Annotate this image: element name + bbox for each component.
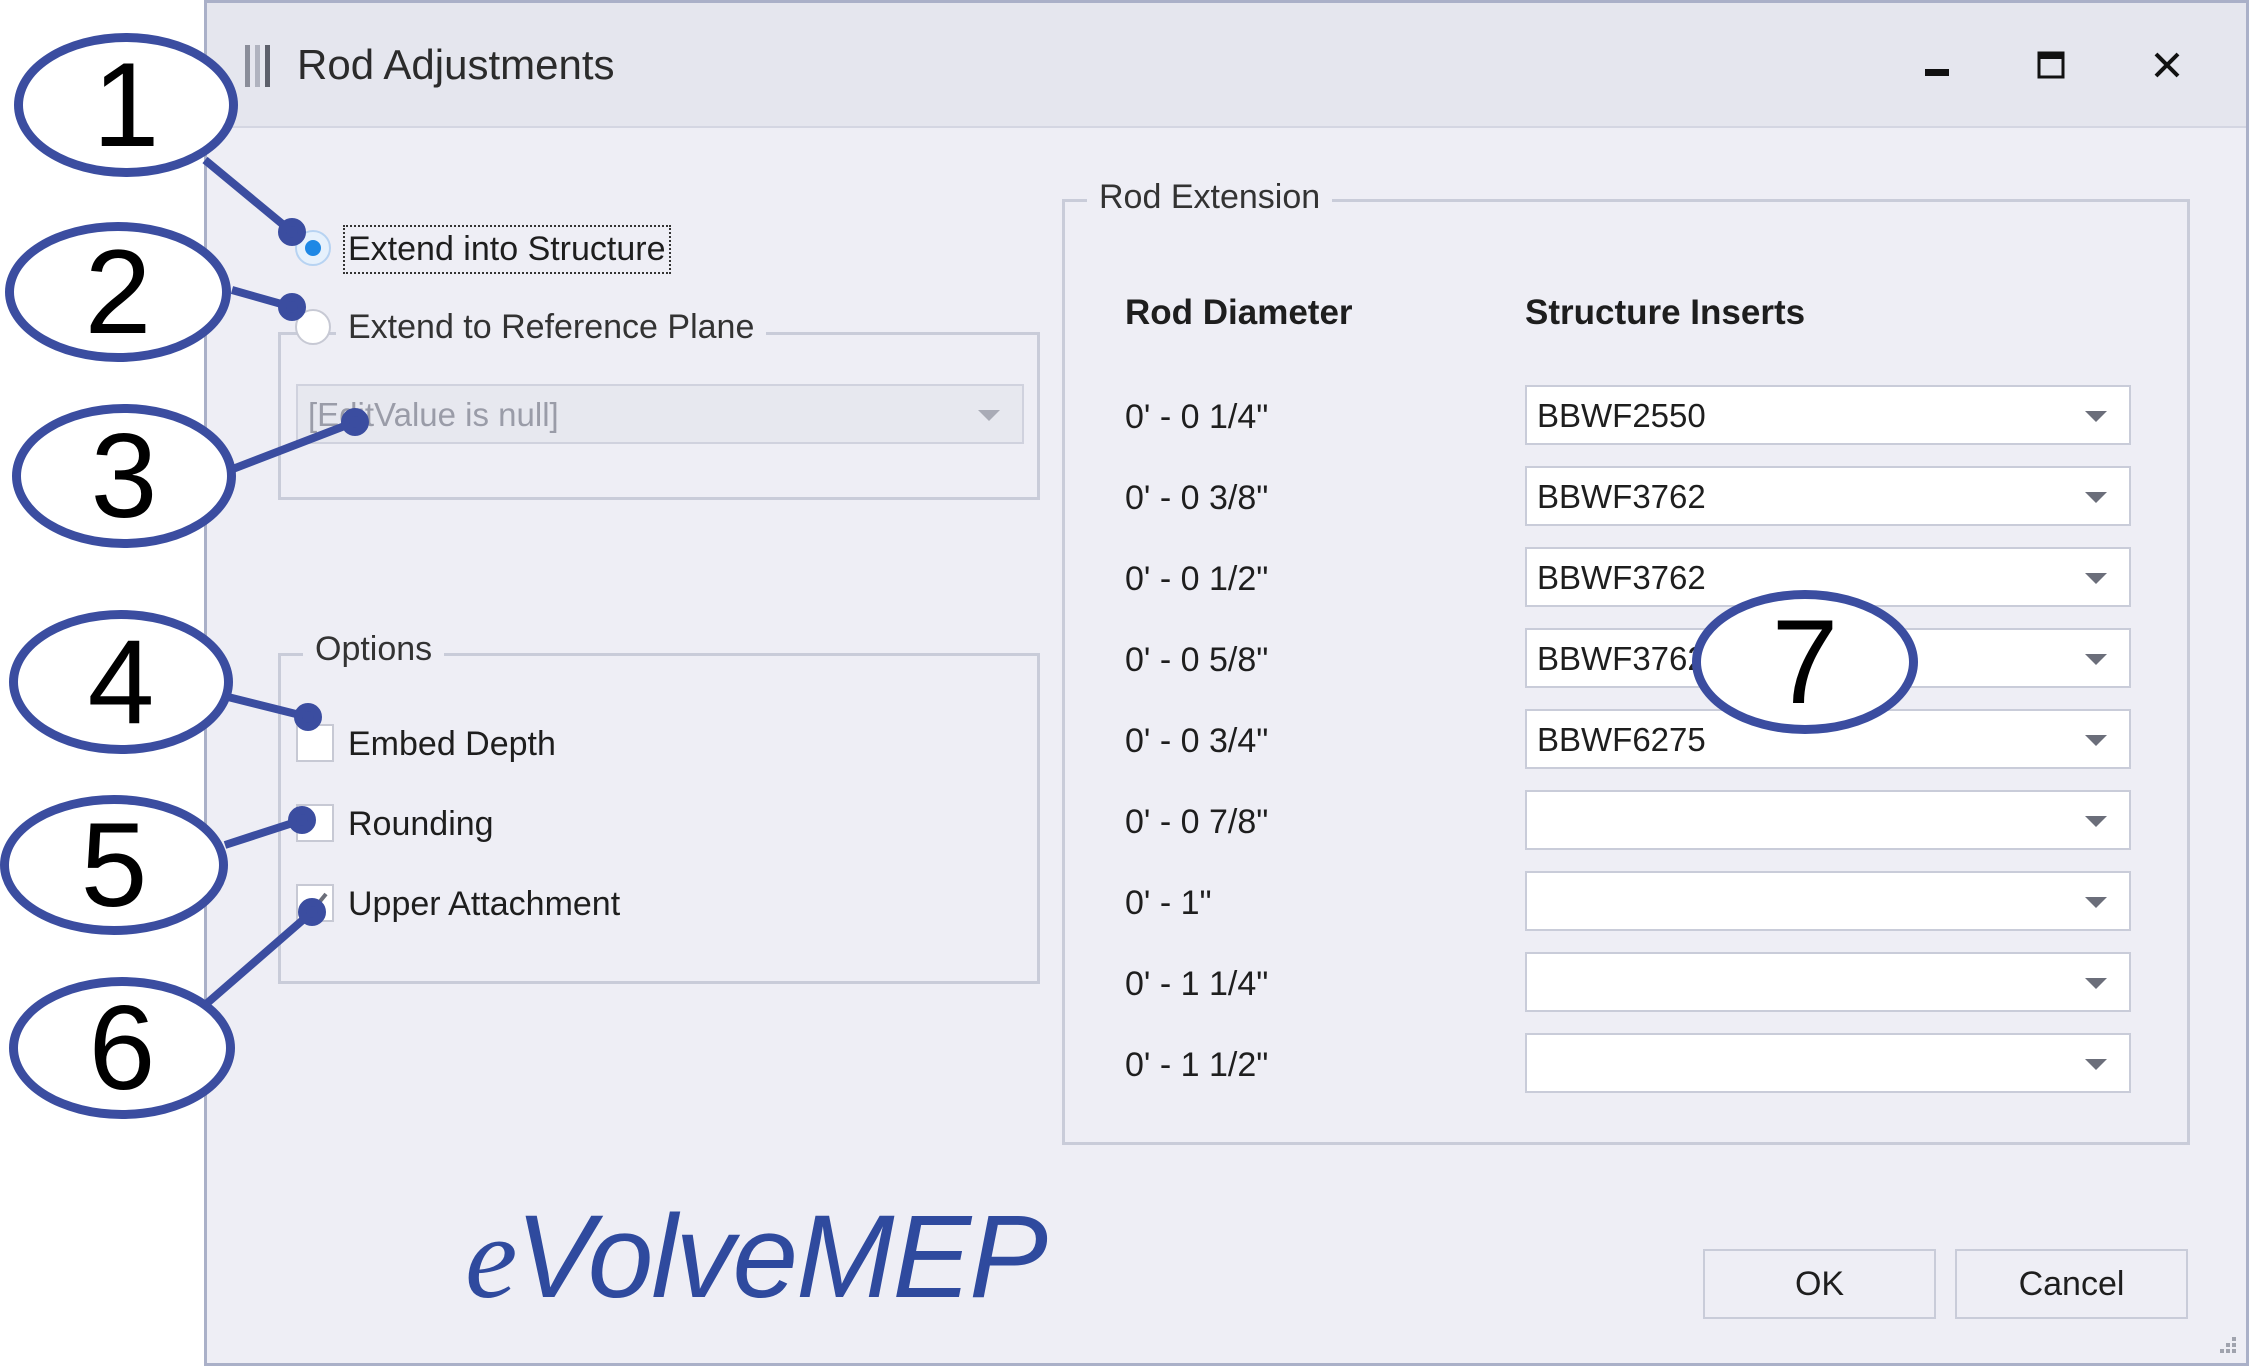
callout-4: 4 [9, 610, 233, 754]
options-group-title: Options [303, 630, 445, 669]
evolvemep-logo: eVolveMEP [465, 1198, 1048, 1317]
chevron-down-icon [2085, 735, 2107, 746]
close-icon [2154, 52, 2180, 78]
cancel-button[interactable]: Cancel [1955, 1249, 2188, 1319]
close-button[interactable] [2135, 37, 2199, 93]
extend-to-reference-plane-radio[interactable] [295, 309, 331, 345]
structure-insert-combo[interactable] [1525, 952, 2131, 1012]
chevron-down-icon [978, 410, 1000, 421]
callout-1: 1 [14, 33, 238, 177]
chevron-down-icon [2085, 654, 2107, 665]
rounding-label[interactable]: Rounding [348, 805, 494, 844]
upper-attachment-checkbox[interactable] [296, 884, 334, 922]
chevron-down-icon [2085, 411, 2107, 422]
callout-7: 7 [1692, 590, 1918, 734]
minimize-icon [1925, 69, 1949, 76]
minimize-button[interactable] [1905, 37, 1969, 93]
extend-into-structure-label[interactable]: Extend into Structure [343, 225, 671, 274]
structure-insert-combo[interactable] [1525, 790, 2131, 850]
rod-diameter-cell: 0' - 1 1/4" [1125, 965, 1269, 1003]
checkmark-icon [303, 892, 328, 914]
structure-insert-value: BBWF3762 [1537, 478, 1706, 515]
rounding-checkbox[interactable] [296, 804, 334, 842]
rod-diameter-cell: 0' - 0 1/2" [1125, 560, 1269, 598]
reference-plane-combo[interactable]: [EditValue is null] [296, 384, 1024, 444]
rod-extension-group-title: Rod Extension [1087, 178, 1333, 217]
rod-diameter-header: Rod Diameter [1125, 293, 1353, 332]
chevron-down-icon [2085, 978, 2107, 989]
window-title: Rod Adjustments [297, 41, 615, 88]
chevron-down-icon [2085, 897, 2107, 908]
chevron-down-icon [2085, 816, 2107, 827]
rod-diameter-cell: 0' - 1" [1125, 884, 1212, 922]
logo-text: VolveMEP [515, 1191, 1047, 1323]
rod-diameter-cell: 0' - 0 3/8" [1125, 479, 1269, 517]
ok-button[interactable]: OK [1703, 1249, 1936, 1319]
chevron-down-icon [2085, 492, 2107, 503]
rod-adjustments-dialog: Rod Adjustments Extend into Structure Ex… [204, 0, 2249, 1366]
rod-diameter-cell: 0' - 0 7/8" [1125, 803, 1269, 841]
structure-insert-value: BBWF3762 [1537, 640, 1706, 677]
structure-insert-value: BBWF6275 [1537, 721, 1706, 758]
resize-grip-icon[interactable] [2216, 1333, 2238, 1355]
rod-diameter-cell: 0' - 0 3/4" [1125, 722, 1269, 760]
callout-3: 3 [12, 404, 236, 548]
structure-insert-combo[interactable]: BBWF2550 [1525, 385, 2131, 445]
rod-diameter-cell: 0' - 1 1/2" [1125, 1046, 1269, 1084]
callout-2: 2 [5, 222, 231, 362]
structure-insert-combo[interactable] [1525, 1033, 2131, 1093]
structure-insert-value: BBWF3762 [1537, 559, 1706, 596]
maximize-icon [2037, 51, 2065, 79]
extend-to-reference-plane-label[interactable]: Extend to Reference Plane [336, 308, 767, 347]
extend-into-structure-radio[interactable] [295, 230, 331, 266]
rod-diameter-cell: 0' - 0 5/8" [1125, 641, 1269, 679]
callout-5: 5 [0, 795, 228, 935]
reference-plane-value: [EditValue is null] [308, 396, 559, 433]
structure-insert-combo[interactable]: BBWF3762 [1525, 466, 2131, 526]
logo-prefix: e [465, 1192, 517, 1323]
chevron-down-icon [2085, 573, 2107, 584]
embed-depth-label[interactable]: Embed Depth [348, 725, 556, 764]
callout-6: 6 [9, 977, 235, 1119]
embed-depth-checkbox[interactable] [296, 724, 334, 762]
app-rod-icon [245, 45, 270, 87]
title-bar[interactable]: Rod Adjustments [207, 3, 2246, 128]
maximize-button[interactable] [2019, 37, 2083, 93]
structure-insert-value: BBWF2550 [1537, 397, 1706, 434]
upper-attachment-label[interactable]: Upper Attachment [348, 885, 620, 924]
structure-inserts-header: Structure Inserts [1525, 293, 1806, 332]
structure-insert-combo[interactable] [1525, 871, 2131, 931]
rod-diameter-cell: 0' - 0 1/4" [1125, 398, 1269, 436]
chevron-down-icon [2085, 1059, 2107, 1070]
